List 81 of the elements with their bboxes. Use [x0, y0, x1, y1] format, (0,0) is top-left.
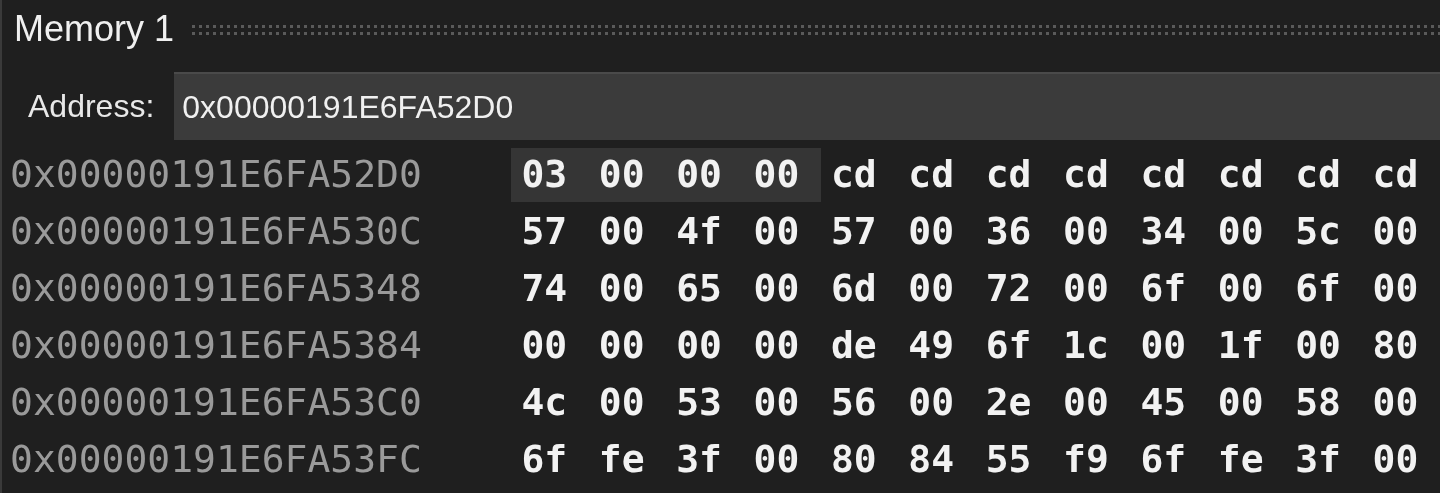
byte-value[interactable]: 5c	[1285, 204, 1363, 259]
byte-value[interactable]: 6f	[511, 432, 589, 487]
byte-value[interactable]: 00	[511, 318, 589, 373]
byte-value[interactable]: 00	[666, 147, 744, 202]
byte-value[interactable]: 4f	[666, 204, 744, 259]
byte-value[interactable]: 74	[511, 261, 589, 316]
byte-value[interactable]: 00	[1362, 432, 1440, 487]
byte-value[interactable]: cd	[1285, 147, 1363, 202]
byte-value[interactable]: 00	[1207, 204, 1286, 259]
row-address: 0x00000191E6FA5348	[9, 265, 423, 312]
byte-value[interactable]: cd	[820, 147, 899, 202]
byte-value[interactable]: 55	[975, 432, 1054, 487]
byte-value[interactable]: 00	[898, 261, 976, 316]
row-address: 0x00000191E6FA530C	[9, 208, 423, 255]
byte-value[interactable]: 00	[743, 147, 821, 202]
byte-value[interactable]: 36	[975, 204, 1054, 259]
byte-value[interactable]: 80	[1362, 318, 1440, 373]
byte-value[interactable]: 72	[975, 261, 1054, 316]
byte-value[interactable]: 00	[743, 375, 821, 430]
byte-value[interactable]: 00	[898, 204, 976, 259]
byte-value[interactable]: 00	[1362, 261, 1440, 316]
address-label: Address:	[27, 87, 156, 126]
byte-value[interactable]: 3f	[666, 432, 744, 487]
byte-value[interactable]: 6f	[1130, 432, 1208, 487]
byte-value[interactable]: 49	[898, 318, 976, 373]
byte-value[interactable]: 1f	[1207, 318, 1286, 373]
byte-value[interactable]: 6f	[1130, 261, 1208, 316]
byte-value[interactable]: de	[820, 318, 899, 373]
byte-value[interactable]: cd	[1207, 147, 1286, 202]
byte-value[interactable]: 00	[1130, 318, 1208, 373]
byte-value[interactable]: 00	[1207, 261, 1286, 316]
byte-value[interactable]: 00	[588, 261, 667, 316]
byte-value[interactable]: cd	[1053, 147, 1131, 202]
byte-value[interactable]: 6d	[820, 261, 899, 316]
byte-value[interactable]: 4c	[511, 375, 589, 430]
byte-value[interactable]: 65	[666, 261, 744, 316]
row-address: 0x00000191E6FA53C0	[9, 379, 423, 426]
byte-value[interactable]: 3f	[1285, 432, 1363, 487]
byte-value[interactable]: f9	[1053, 432, 1131, 487]
byte-value[interactable]: 84	[898, 432, 976, 487]
byte-value[interactable]: 00	[1053, 204, 1131, 259]
byte-value[interactable]: 00	[588, 204, 667, 259]
byte-value[interactable]: fe	[1207, 432, 1286, 487]
byte-value[interactable]: 00	[588, 147, 667, 202]
byte-value[interactable]: 1c	[1053, 318, 1131, 373]
byte-value[interactable]: 00	[743, 432, 821, 487]
byte-value[interactable]: 03	[511, 147, 589, 202]
byte-value[interactable]: 00	[588, 318, 667, 373]
byte-value[interactable]: 00	[1362, 375, 1440, 430]
byte-value[interactable]: 00	[743, 204, 821, 259]
address-field[interactable]: 0x00000191E6FA52D0	[174, 72, 1440, 140]
byte-value[interactable]: 80	[820, 432, 899, 487]
byte-value[interactable]: 57	[511, 204, 589, 259]
byte-value[interactable]: 00	[1362, 204, 1440, 259]
row-address: 0x00000191E6FA53FC	[9, 436, 423, 483]
byte-value[interactable]: fe	[588, 432, 667, 487]
byte-value[interactable]: 00	[588, 375, 667, 430]
byte-value[interactable]: 53	[666, 375, 744, 430]
byte-value[interactable]: 00	[1053, 261, 1131, 316]
byte-value[interactable]: 2e	[975, 375, 1054, 430]
byte-value[interactable]: 6f	[975, 318, 1054, 373]
byte-value[interactable]: 00	[1207, 375, 1286, 430]
byte-value[interactable]: 34	[1130, 204, 1208, 259]
byte-value[interactable]: 00	[898, 375, 976, 430]
row-address: 0x00000191E6FA52D0	[9, 151, 423, 198]
byte-value[interactable]: 00	[1053, 375, 1131, 430]
byte-value[interactable]: 56	[820, 375, 899, 430]
byte-value[interactable]: 57	[820, 204, 899, 259]
window-title: Memory 1	[14, 7, 175, 51]
row-address: 0x00000191E6FA5384	[9, 322, 423, 369]
byte-value[interactable]: 58	[1285, 375, 1363, 430]
byte-value[interactable]: 00	[743, 261, 821, 316]
byte-value[interactable]: 45	[1130, 375, 1208, 430]
byte-value[interactable]: cd	[1362, 147, 1440, 202]
byte-value[interactable]: 6f	[1285, 261, 1363, 316]
byte-value[interactable]: 00	[666, 318, 744, 373]
byte-value[interactable]: cd	[1130, 147, 1208, 202]
byte-value[interactable]: cd	[898, 147, 976, 202]
byte-value[interactable]: 00	[743, 318, 821, 373]
byte-value[interactable]: cd	[975, 147, 1054, 202]
byte-value[interactable]: 00	[1285, 318, 1363, 373]
